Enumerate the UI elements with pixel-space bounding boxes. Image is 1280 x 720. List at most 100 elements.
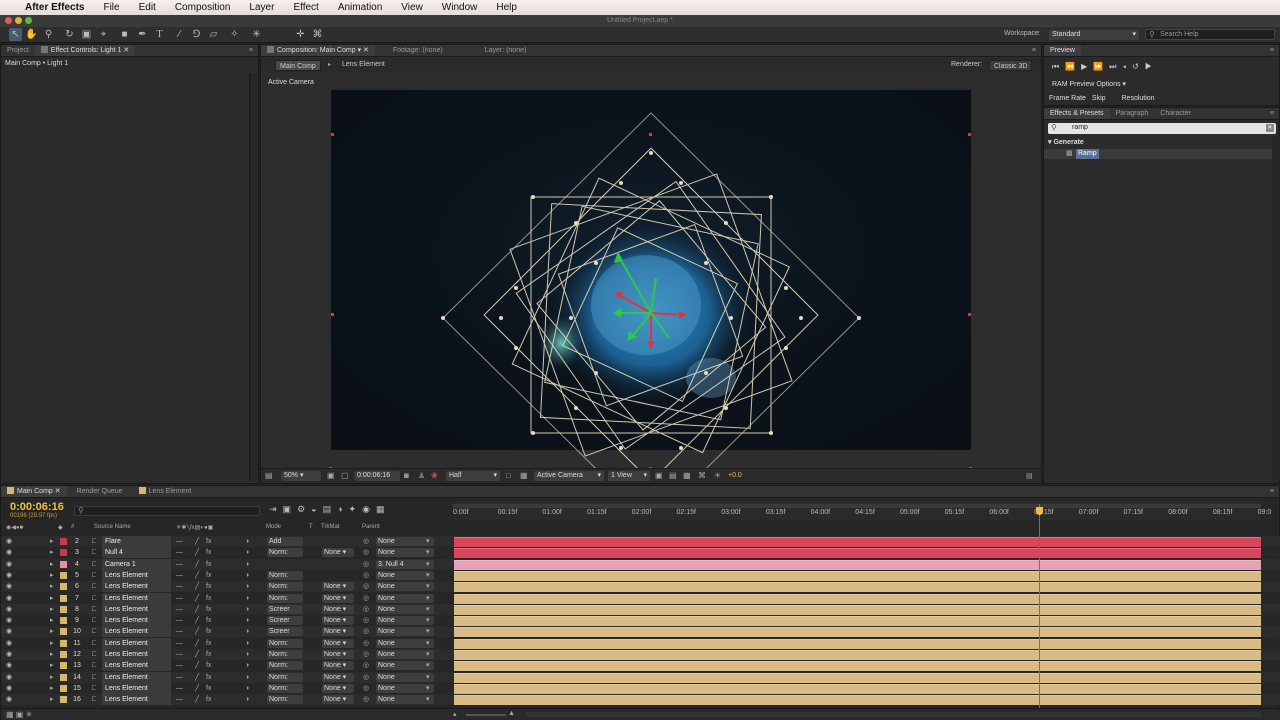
subtab-lens-element[interactable]: Lens Element (342, 61, 385, 68)
tab-preview[interactable]: Preview (1044, 45, 1081, 56)
switch-shy-icon[interactable]: — (176, 638, 183, 649)
layer-duration-bar[interactable] (454, 661, 1261, 672)
blend-mode-dropdown[interactable]: Screer (267, 616, 303, 626)
visibility-eye-icon[interactable]: ◉ (6, 536, 12, 547)
tab-character[interactable]: Character (1154, 108, 1197, 119)
switch-quality-icon[interactable]: ╱ (195, 581, 199, 592)
motion-blur-icon[interactable]: ◑ (337, 504, 348, 514)
selection-tool-icon[interactable]: ↖ (9, 28, 22, 41)
menu-edit[interactable]: Edit (139, 2, 156, 13)
track-matte-dropdown[interactable]: None ▾ (322, 604, 354, 614)
label-color[interactable] (60, 696, 67, 704)
switch-quality-icon[interactable]: ╱ (195, 615, 199, 626)
switch-shy-icon[interactable]: — (176, 626, 183, 637)
disclosure-triangle-icon[interactable]: ▸ (50, 547, 54, 558)
rotate-tool-icon[interactable]: ↻ (63, 28, 76, 41)
switch-quality-icon[interactable]: ╱ (195, 626, 199, 637)
layer-duration-bar[interactable] (454, 672, 1261, 683)
track-matte-dropdown[interactable]: None ▾ (322, 650, 354, 659)
layer-name[interactable]: Lens Element (102, 694, 171, 706)
switch-3d-icon[interactable]: ◑ (245, 581, 249, 592)
tab-composition[interactable]: Composition: Main Comp ▾ ✕ (261, 45, 375, 56)
panel-resize-icon[interactable]: ▤ (1026, 472, 1033, 480)
visibility-eye-icon[interactable]: ◉ (6, 581, 12, 592)
layer-name[interactable]: Null 4 (102, 547, 171, 559)
track-matte-dropdown[interactable]: None ▾ (322, 661, 354, 671)
toggle-pixel-aspect-icon[interactable]: ▣ (655, 471, 663, 480)
fast-previews-icon[interactable]: ▤ (669, 471, 677, 480)
search-help-field[interactable]: ⚲ Search Help (1145, 29, 1275, 40)
parent-pickwhip-icon[interactable]: ◎ (363, 559, 369, 570)
disclosure-triangle-icon[interactable]: ▸ (50, 638, 54, 649)
switch-shy-icon[interactable]: — (176, 672, 183, 683)
switch-quality-icon[interactable]: ╱ (195, 536, 199, 547)
comp-mini-flowchart-icon[interactable]: ⇥ (269, 504, 283, 514)
brainstorm-icon[interactable]: ✦ (349, 504, 363, 514)
track-matte-dropdown[interactable]: None ▾ (322, 695, 354, 705)
draft-3d-icon[interactable]: ⚙ (297, 504, 311, 514)
previous-frame-icon[interactable]: ⏪ (1065, 62, 1081, 71)
layer-row[interactable]: ◉ ▸ 4 □ Camera 1 — ╱ fx ◑ ◎ 3. Null 4 ▾ (1, 558, 1280, 570)
view-layout-dropdown[interactable]: 1 View ▾ (608, 471, 650, 481)
pen-tool-icon[interactable]: ✒ (136, 28, 149, 41)
live-update-icon[interactable]: ▣ (283, 504, 298, 514)
layer-row[interactable]: ◉ ▸ 13 □ Lens Element — ╱ fx ◑ Norm: None ▾ ◎ None ▾ (1, 660, 1280, 672)
layer-duration-bar[interactable] (454, 650, 1261, 660)
disclosure-triangle-icon[interactable]: ▸ (50, 660, 54, 671)
zoom-in-icon[interactable]: ▲ (508, 710, 515, 717)
parent-pickwhip-icon[interactable]: ◎ (363, 694, 369, 705)
disclosure-triangle-icon[interactable]: ▸ (50, 536, 54, 547)
blend-mode-dropdown[interactable]: Norm: (267, 638, 303, 648)
layer-name[interactable]: Lens Element (102, 682, 171, 694)
minimize-window-button[interactable] (15, 17, 22, 24)
last-frame-icon[interactable]: ⏭ (1109, 62, 1122, 71)
visibility-eye-icon[interactable]: ◉ (6, 626, 12, 637)
always-preview-icon[interactable]: ▤ (265, 471, 273, 480)
auto-keyframe-icon[interactable]: ◉ (362, 504, 376, 514)
switch-quality-icon[interactable]: ╱ (195, 547, 199, 558)
switch-shy-icon[interactable]: — (176, 536, 183, 547)
disclosure-triangle-icon[interactable]: ▸ (50, 604, 54, 615)
layer-duration-bar[interactable] (454, 683, 1261, 694)
layer-name[interactable]: Lens Element (102, 603, 171, 615)
layer-name[interactable]: Lens Element (102, 569, 171, 581)
visibility-eye-icon[interactable]: ◉ (6, 604, 12, 615)
switch-fx-icon[interactable]: fx (206, 547, 211, 558)
subtab-main-comp[interactable]: Main Comp (275, 60, 321, 71)
layer-row[interactable]: ◉ ▸ 10 □ Lens Element — ╱ fx ◑ Screer None ▾ ◎ None ▾ (1, 626, 1280, 638)
switch-shy-icon[interactable]: — (176, 593, 183, 604)
blend-mode-dropdown[interactable]: Norm: (267, 582, 303, 592)
disclosure-triangle-icon[interactable]: ▸ (50, 570, 54, 581)
layer-duration-bar[interactable] (454, 616, 1261, 627)
type-tool-icon[interactable]: T (153, 28, 166, 41)
tab-layer[interactable]: Layer: (none) (479, 45, 533, 56)
switch-shy-icon[interactable]: — (176, 570, 183, 581)
layer-duration-bar[interactable] (454, 548, 1261, 559)
layer-row[interactable]: ◉ ▸ 2 □ Flare — ╱ fx ◑ Add ◎ None ▾ (1, 536, 1280, 547)
first-frame-icon[interactable]: ⏮ (1052, 62, 1065, 71)
switch-shy-icon[interactable]: — (176, 660, 183, 671)
effects-search-field[interactable]: ⚲ ramp ✕ (1048, 123, 1276, 134)
panel-menu-icon[interactable]: ≡ (1270, 47, 1274, 54)
track-matte-dropdown[interactable]: None ▾ (322, 616, 354, 626)
layer-row[interactable]: ◉ ▸ 8 □ Lens Element — ╱ fx ◑ Screer None ▾ ◎ None ▾ (1, 603, 1280, 615)
switch-shy-icon[interactable]: — (176, 615, 183, 626)
layer-search-input[interactable]: ⚲ (74, 506, 260, 516)
layer-row[interactable]: ◉ ▸ 11 □ Lens Element — ╱ fx ◑ Norm: None ▾ ◎ None ▾ (1, 637, 1280, 649)
track-matte-dropdown[interactable]: None ▾ (322, 548, 354, 558)
label-color[interactable] (60, 583, 67, 591)
menu-help[interactable]: Help (496, 2, 517, 13)
menu-animation[interactable]: Animation (338, 2, 382, 13)
axis-mode-local-icon[interactable]: ✛ (294, 28, 307, 41)
blend-mode-dropdown[interactable]: Norm: (267, 683, 303, 693)
disclosure-triangle-icon[interactable]: ▸ (50, 559, 54, 570)
switch-quality-icon[interactable]: ╱ (195, 638, 199, 649)
switch-3d-icon[interactable]: ◑ (245, 638, 249, 649)
label-color[interactable] (60, 651, 67, 658)
track-matte-dropdown[interactable]: None ▾ (322, 627, 354, 637)
tab-render-queue[interactable]: Render Queue (71, 486, 129, 497)
switch-fx-icon[interactable]: fx (206, 604, 211, 615)
blend-mode-dropdown[interactable]: Add (267, 537, 303, 546)
layer-name[interactable]: Lens Element (102, 671, 171, 683)
tab-footage[interactable]: Footage: (none) (387, 45, 449, 56)
